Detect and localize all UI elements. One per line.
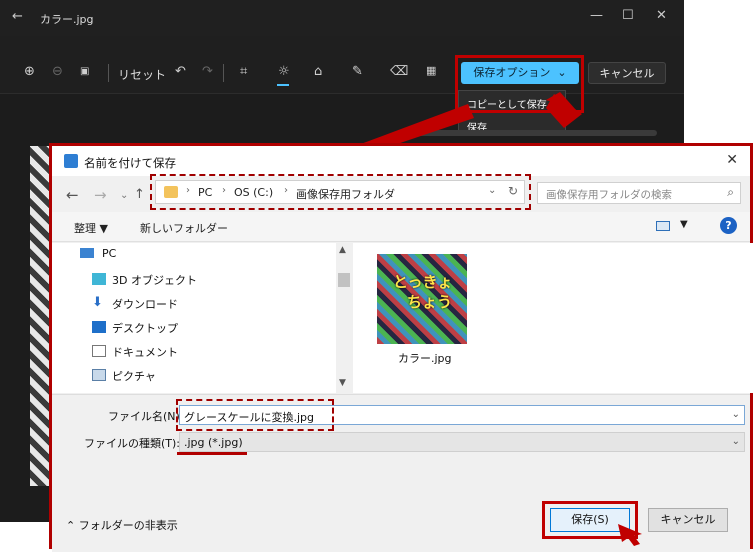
dialog-title: 名前を付けて保存: [84, 155, 176, 171]
zoom-out-icon[interactable]: ⊖: [52, 64, 63, 79]
draw-icon[interactable]: ✎: [352, 64, 363, 79]
view-dropdown-icon[interactable]: ▼: [680, 219, 688, 230]
toolbar-divider: [223, 64, 224, 82]
hide-folders-label: フォルダーの非表示: [79, 519, 178, 532]
nav-item-pictures[interactable]: ピクチャ: [112, 368, 156, 384]
scroll-down-icon[interactable]: ▼: [339, 378, 346, 388]
chevron-up-icon: ⌃: [66, 519, 79, 532]
pc-icon: [80, 248, 94, 258]
nav-scrollbar[interactable]: ▲ ▼: [336, 243, 352, 393]
reset-button[interactable]: リセット: [118, 66, 166, 83]
back-arrow-icon[interactable]: ←: [66, 186, 79, 204]
erase-icon[interactable]: ⌫: [390, 64, 408, 79]
editor-titlebar: ← カラー.jpg — ☐ ✕: [0, 0, 684, 36]
editor-file-title: カラー.jpg: [40, 11, 94, 27]
hide-folders-toggle[interactable]: ⌃ フォルダーの非表示: [66, 517, 178, 533]
search-icon[interactable]: ⌕: [727, 185, 734, 200]
app-icon: [64, 154, 78, 168]
close-icon[interactable]: ✕: [726, 152, 738, 168]
thumbnail-text-line2: ちょう: [407, 292, 452, 312]
filetype-label: ファイルの種類(T):: [84, 435, 180, 451]
recent-chevron-icon[interactable]: ⌄: [120, 190, 128, 201]
redo-icon[interactable]: ↷: [202, 64, 213, 79]
scroll-thumb[interactable]: [338, 273, 350, 287]
organize-menu[interactable]: 整理 ▼: [74, 220, 108, 236]
fit-icon[interactable]: ▣: [80, 66, 89, 77]
search-box[interactable]: 画像保存用フォルダの検索 ⌕: [537, 182, 741, 204]
filetype-select[interactable]: .jpg (*.jpg) ⌄: [179, 432, 745, 452]
help-icon[interactable]: ?: [720, 217, 737, 234]
crop-icon[interactable]: ⌗: [240, 64, 247, 79]
save-as-dialog: 名前を付けて保存 ✕ ← → ⌄ ↑ › PC › OS (C:) › 画像保存…: [49, 143, 753, 549]
download-icon: ⬇: [92, 297, 106, 309]
highlight-dashed-address: [150, 174, 531, 210]
markup-icon[interactable]: ⌂: [314, 64, 322, 79]
highlight-underline: [177, 452, 247, 455]
filetype-value: .jpg (*.jpg): [184, 436, 243, 449]
thumbnail-text-line1: とっきょ: [393, 272, 453, 292]
adjust-icon[interactable]: ☼: [278, 64, 290, 79]
up-arrow-icon[interactable]: ↑: [134, 187, 145, 202]
nav-item-downloads[interactable]: ダウンロード: [112, 296, 178, 312]
cancel-button[interactable]: キャンセル: [648, 508, 728, 532]
active-tool-indicator: [277, 84, 289, 86]
toolbar-divider: [108, 64, 109, 82]
close-icon[interactable]: ✕: [656, 8, 667, 23]
forward-arrow-icon[interactable]: →: [94, 186, 107, 204]
filename-label: ファイル名(N):: [108, 408, 184, 424]
nav-item-pc[interactable]: PC: [102, 247, 116, 260]
nav-item-documents[interactable]: ドキュメント: [112, 344, 178, 360]
file-name-label[interactable]: カラー.jpg: [398, 350, 452, 366]
nav-item-desktop[interactable]: デスクトップ: [112, 320, 178, 336]
undo-icon[interactable]: ↶: [175, 64, 186, 79]
new-folder-button[interactable]: 新しいフォルダー: [140, 220, 228, 236]
filter-icon[interactable]: ▦: [426, 64, 436, 77]
chevron-down-icon[interactable]: ⌄: [732, 409, 740, 420]
nav-item-3d-objects[interactable]: 3D オブジェクト: [112, 272, 197, 288]
3d-objects-icon: [92, 273, 106, 285]
chevron-down-icon[interactable]: ⌄: [732, 436, 740, 447]
view-icon[interactable]: [656, 221, 670, 231]
image-canvas-edge: [30, 146, 50, 486]
maximize-icon[interactable]: ☐: [622, 8, 634, 23]
minimize-icon[interactable]: —: [590, 8, 603, 23]
pictures-icon: [92, 369, 106, 381]
pointer-arrow: [612, 518, 652, 548]
document-icon: [92, 345, 106, 357]
cancel-edit-button[interactable]: キャンセル: [588, 62, 666, 84]
zoom-in-icon[interactable]: ⊕: [24, 64, 35, 79]
dialog-titlebar: 名前を付けて保存 ✕: [52, 146, 750, 176]
navigation-pane: PC 3D オブジェクト ⬇ ダウンロード デスクトップ ドキュメント ピクチャ: [52, 243, 352, 393]
scroll-up-icon[interactable]: ▲: [339, 245, 346, 255]
file-thumbnail[interactable]: とっきょ ちょう: [377, 254, 467, 344]
highlight-dashed-filename: [176, 399, 334, 431]
desktop-icon: [92, 321, 106, 333]
back-icon[interactable]: ←: [12, 9, 23, 24]
command-bar: 整理 ▼ 新しいフォルダー ▼ ?: [52, 212, 750, 242]
search-placeholder: 画像保存用フォルダの検索: [546, 187, 672, 202]
